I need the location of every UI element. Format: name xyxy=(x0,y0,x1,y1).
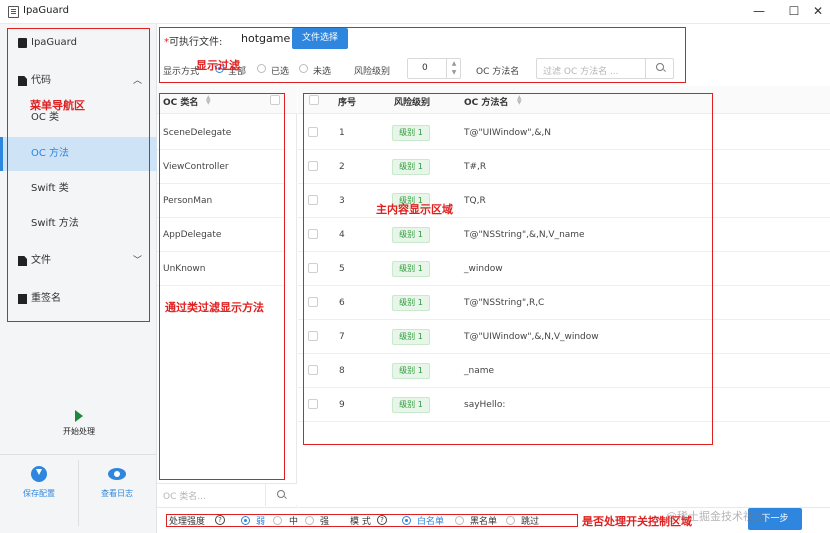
class-search-button[interactable] xyxy=(265,484,297,506)
start-process-button[interactable]: 开始处理 xyxy=(54,410,104,437)
annotation-main-area: 主内容显示区域 xyxy=(376,203,453,216)
sidebar-footer-divider xyxy=(78,460,79,526)
save-config-label: 保存配置 xyxy=(23,489,55,498)
class-search-placeholder: OC 类名... xyxy=(163,492,206,502)
annotation-box-process xyxy=(166,514,578,527)
app-icon xyxy=(8,6,19,18)
annotation-filter: 显示过滤 xyxy=(196,59,240,72)
class-search-input[interactable]: OC 类名... xyxy=(157,483,297,506)
view-log-button[interactable]: 查看日志 xyxy=(82,466,152,499)
annotation-box-menu xyxy=(7,28,150,322)
maximize-button[interactable]: ☐ xyxy=(782,0,806,24)
download-icon xyxy=(31,466,47,482)
annotation-process-switch: 是否处理开关控制区域 xyxy=(582,515,692,528)
sidebar-divider xyxy=(0,454,157,455)
close-button[interactable]: ✕ xyxy=(806,0,830,24)
annotation-menu-nav: 菜单导航区 xyxy=(30,99,85,112)
annotation-box-filter xyxy=(159,27,686,83)
start-process-label: 开始处理 xyxy=(63,427,95,436)
minimize-button[interactable]: — xyxy=(736,0,782,24)
eye-icon xyxy=(108,468,126,480)
annotation-class-filter: 通过类过滤显示方法 xyxy=(165,301,264,314)
play-icon xyxy=(75,410,83,422)
search-icon xyxy=(277,490,285,498)
annotation-box-class-filter xyxy=(159,93,285,480)
view-log-label: 查看日志 xyxy=(101,489,133,498)
title-bar: IpaGuard — ☐ ✕ xyxy=(0,0,830,24)
save-config-button[interactable]: 保存配置 xyxy=(4,466,74,499)
annotation-box-main xyxy=(303,93,713,445)
window-title: IpaGuard xyxy=(23,5,69,16)
